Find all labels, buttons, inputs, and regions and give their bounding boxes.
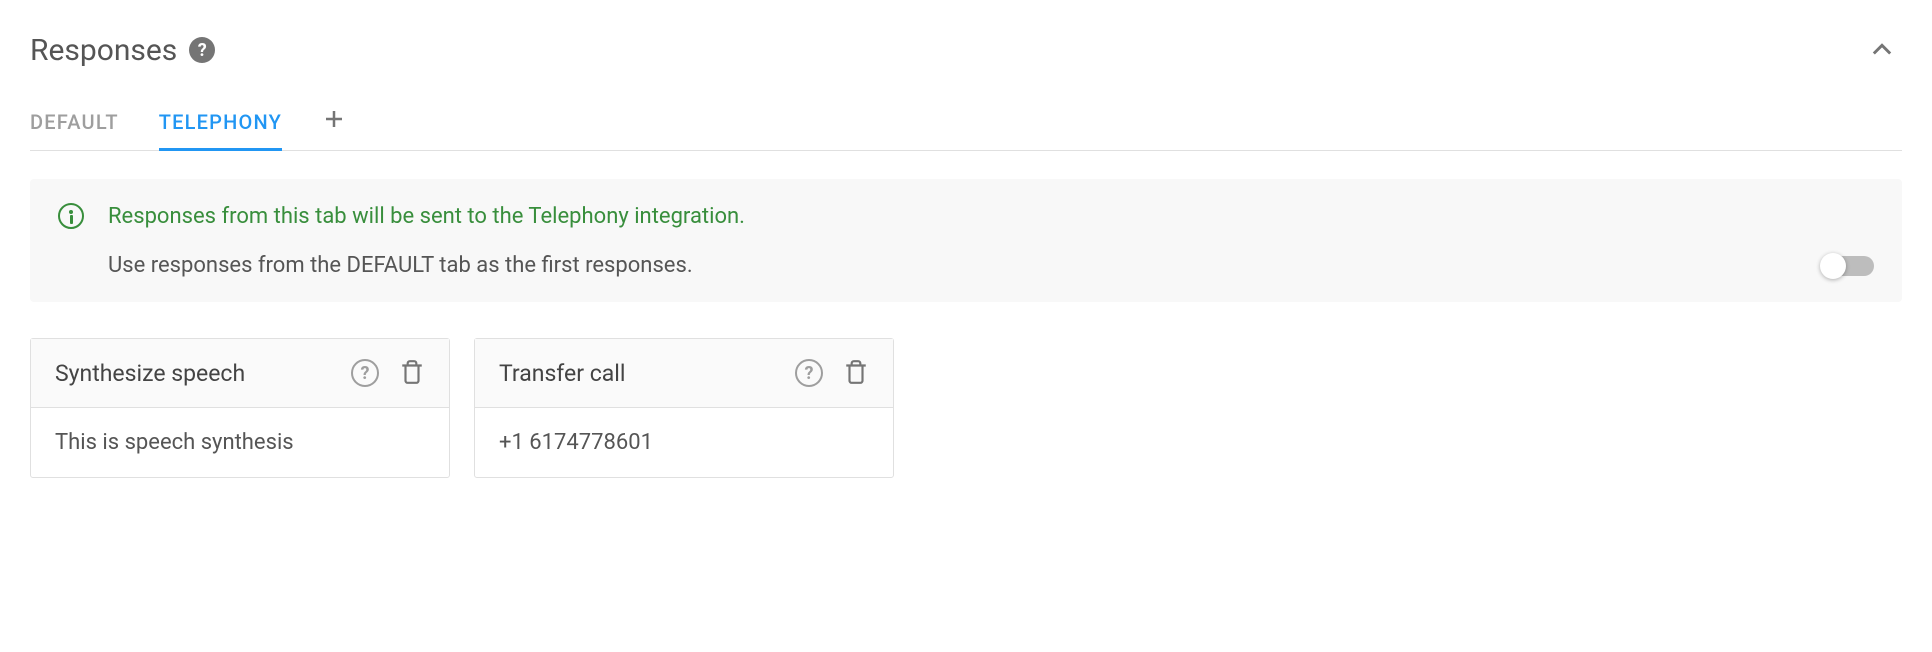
info-primary-text: Responses from this tab will be sent to … [108, 204, 745, 229]
delete-button[interactable] [399, 359, 425, 387]
info-box: Responses from this tab will be sent to … [30, 179, 1902, 302]
info-secondary-row: Use responses from the DEFAULT tab as th… [58, 253, 1874, 278]
trash-icon [843, 359, 869, 385]
card-body[interactable]: +1 6174778601 [475, 408, 893, 477]
collapse-toggle[interactable] [1862, 30, 1902, 70]
add-tab-button[interactable] [322, 101, 346, 150]
card-synthesize-speech: Synthesize speech ? This is speech synth… [30, 338, 450, 478]
info-secondary-text: Use responses from the DEFAULT tab as th… [108, 253, 1798, 278]
plus-icon [322, 107, 346, 131]
tab-default[interactable]: DEFAULT [30, 100, 119, 151]
card-header: Synthesize speech ? [31, 339, 449, 408]
section-title-wrap: Responses ? [30, 33, 215, 68]
trash-icon [399, 359, 425, 385]
tab-telephony[interactable]: TELEPHONY [159, 100, 282, 151]
info-icon [58, 203, 84, 229]
tabs: DEFAULT TELEPHONY [30, 100, 1902, 151]
section-header: Responses ? [30, 30, 1902, 70]
card-transfer-call: Transfer call ? +1 6174778601 [474, 338, 894, 478]
card-header: Transfer call ? [475, 339, 893, 408]
response-cards: Synthesize speech ? This is speech synth… [30, 338, 1902, 478]
help-icon[interactable]: ? [189, 37, 215, 63]
info-primary-row: Responses from this tab will be sent to … [58, 203, 1874, 229]
help-icon[interactable]: ? [795, 359, 823, 387]
section-title: Responses [30, 33, 177, 68]
card-body[interactable]: This is speech synthesis [31, 408, 449, 477]
use-default-responses-toggle[interactable] [1822, 256, 1874, 276]
delete-button[interactable] [843, 359, 869, 387]
card-title: Synthesize speech [55, 360, 351, 387]
chevron-up-icon [1868, 36, 1896, 64]
help-icon[interactable]: ? [351, 359, 379, 387]
toggle-knob [1820, 253, 1846, 279]
card-title: Transfer call [499, 360, 795, 387]
